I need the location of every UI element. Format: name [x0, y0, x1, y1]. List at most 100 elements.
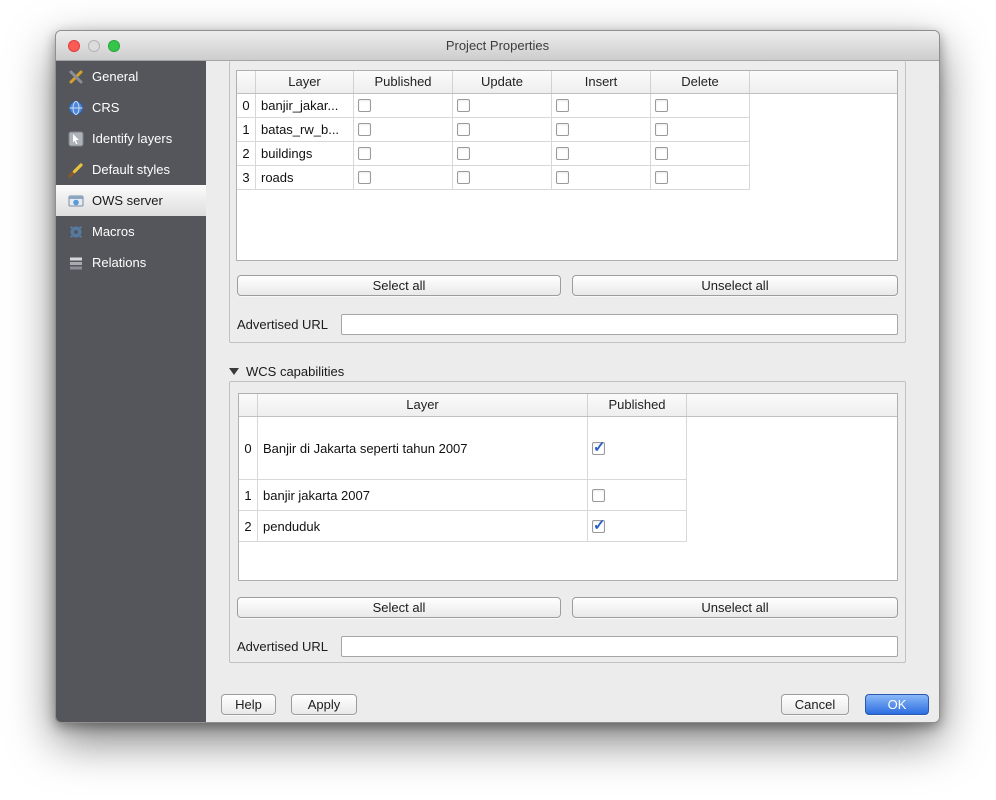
layer-name: buildings	[256, 142, 354, 166]
ows-server-icon	[68, 193, 84, 209]
published-cell	[588, 511, 687, 542]
column-header-published[interactable]: Published	[354, 71, 453, 93]
column-header-insert[interactable]: Insert	[552, 71, 651, 93]
layer-name: banjir_jakar...	[256, 94, 354, 118]
published-cell	[354, 94, 453, 118]
delete-checkbox[interactable]	[655, 123, 668, 136]
project-properties-window: Project Properties General CRS Identify …	[55, 30, 940, 723]
wcs-layers-table: Layer Published 0Banjir di Jakarta seper…	[238, 393, 898, 581]
update-checkbox[interactable]	[457, 123, 470, 136]
ows-server-panel: Layer Published Update Insert Delete 0ba…	[206, 61, 939, 722]
row-index: 3	[237, 166, 256, 190]
wfs-table-row: 3roads	[237, 166, 897, 190]
update-checkbox[interactable]	[457, 171, 470, 184]
delete-cell	[651, 118, 750, 142]
insert-cell	[552, 142, 651, 166]
globe-icon	[68, 100, 84, 116]
wfs-table-row: 2buildings	[237, 142, 897, 166]
insert-cell	[552, 118, 651, 142]
wcs-table-row: 2penduduk	[239, 511, 897, 542]
wcs-table-body: 0Banjir di Jakarta seperti tahun 20071ba…	[239, 417, 897, 542]
published-checkbox[interactable]	[592, 520, 605, 533]
tools-icon	[68, 69, 84, 85]
published-checkbox[interactable]	[358, 123, 371, 136]
delete-cell	[651, 94, 750, 118]
wfs-table-row: 0banjir_jakar...	[237, 94, 897, 118]
wfs-table-row: 1batas_rw_b...	[237, 118, 897, 142]
minimize-button[interactable]	[88, 40, 100, 52]
help-button[interactable]: Help	[221, 694, 276, 715]
row-index: 1	[239, 480, 258, 511]
wcs-table-header: Layer Published	[239, 394, 897, 417]
insert-checkbox[interactable]	[556, 147, 569, 160]
wfs-unselect-all-button[interactable]: Unselect all	[572, 275, 898, 296]
sidebar-item-macros[interactable]: Macros	[56, 216, 206, 247]
wcs-capabilities-title: WCS capabilities	[246, 364, 344, 379]
cancel-button[interactable]: Cancel	[781, 694, 849, 715]
wcs-advertised-url-input[interactable]	[341, 636, 898, 657]
row-index: 0	[239, 417, 258, 480]
sidebar-item-label: General	[92, 69, 138, 84]
wfs-advertised-url-input[interactable]	[341, 314, 898, 335]
gear-icon	[68, 224, 84, 240]
column-header-published[interactable]: Published	[588, 394, 687, 416]
paintbrush-icon	[68, 162, 84, 178]
wcs-advertised-url-label: Advertised URL	[237, 636, 328, 657]
row-index: 2	[237, 142, 256, 166]
sidebar-item-label: Relations	[92, 255, 146, 270]
published-checkbox[interactable]	[358, 171, 371, 184]
update-cell	[453, 142, 552, 166]
column-header-delete[interactable]: Delete	[651, 71, 750, 93]
sidebar-item-identify-layers[interactable]: Identify layers	[56, 123, 206, 154]
sidebar-item-ows-server[interactable]: OWS server	[56, 185, 206, 216]
delete-checkbox[interactable]	[655, 147, 668, 160]
layer-name: Banjir di Jakarta seperti tahun 2007	[258, 417, 588, 480]
published-checkbox[interactable]	[358, 147, 371, 160]
column-header-layer[interactable]: Layer	[258, 394, 588, 416]
sidebar-item-relations[interactable]: Relations	[56, 247, 206, 278]
wcs-select-all-button[interactable]: Select all	[237, 597, 561, 618]
header-filler	[750, 71, 897, 93]
published-checkbox[interactable]	[592, 489, 605, 502]
published-checkbox[interactable]	[592, 442, 605, 455]
delete-checkbox[interactable]	[655, 99, 668, 112]
column-header-layer[interactable]: Layer	[256, 71, 354, 93]
corner-header	[239, 394, 258, 416]
layer-name: banjir jakarta 2007	[258, 480, 588, 511]
published-checkbox[interactable]	[358, 99, 371, 112]
relations-icon	[68, 255, 84, 271]
wcs-capabilities-disclosure[interactable]: WCS capabilities	[229, 362, 344, 380]
insert-cell	[552, 94, 651, 118]
sidebar-item-label: Macros	[92, 224, 135, 239]
window-controls	[68, 40, 120, 52]
update-cell	[453, 118, 552, 142]
ok-button[interactable]: OK	[865, 694, 929, 715]
wfs-select-all-button[interactable]: Select all	[237, 275, 561, 296]
identify-cursor-icon	[68, 131, 84, 147]
wcs-table-row: 0Banjir di Jakarta seperti tahun 2007	[239, 417, 897, 480]
insert-checkbox[interactable]	[556, 123, 569, 136]
apply-button[interactable]: Apply	[291, 694, 357, 715]
sidebar-item-crs[interactable]: CRS	[56, 92, 206, 123]
insert-checkbox[interactable]	[556, 171, 569, 184]
layer-name: batas_rw_b...	[256, 118, 354, 142]
update-checkbox[interactable]	[457, 99, 470, 112]
sidebar-item-default-styles[interactable]: Default styles	[56, 154, 206, 185]
layer-name: roads	[256, 166, 354, 190]
wcs-table-row: 1banjir jakarta 2007	[239, 480, 897, 511]
close-button[interactable]	[68, 40, 80, 52]
update-checkbox[interactable]	[457, 147, 470, 160]
sidebar-item-general[interactable]: General	[56, 61, 206, 92]
wfs-table-body: 0banjir_jakar...1batas_rw_b...2buildings…	[237, 94, 897, 190]
update-cell	[453, 166, 552, 190]
published-cell	[354, 142, 453, 166]
zoom-button[interactable]	[108, 40, 120, 52]
delete-cell	[651, 142, 750, 166]
insert-checkbox[interactable]	[556, 99, 569, 112]
column-header-update[interactable]: Update	[453, 71, 552, 93]
title-bar[interactable]: Project Properties	[56, 31, 939, 61]
sidebar-item-label: Identify layers	[92, 131, 172, 146]
header-filler	[687, 394, 897, 416]
delete-checkbox[interactable]	[655, 171, 668, 184]
wcs-unselect-all-button[interactable]: Unselect all	[572, 597, 898, 618]
